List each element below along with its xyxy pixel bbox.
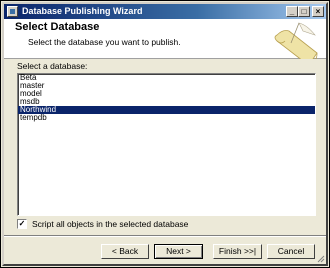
wizard-body: Select a database: Beta master model msd…	[4, 59, 326, 235]
script-all-checkbox[interactable]: ✓	[17, 219, 27, 229]
wizard-footer: < Back Next > Finish >>| Cancel	[4, 235, 326, 264]
list-item[interactable]: model	[18, 90, 315, 98]
list-item[interactable]: master	[18, 82, 315, 90]
page-subtitle: Select the database you want to publish.	[28, 37, 181, 47]
next-button[interactable]: Next >	[154, 244, 203, 259]
app-icon	[7, 6, 18, 17]
minimize-button[interactable]: _	[286, 6, 298, 17]
list-item[interactable]: msdb	[18, 98, 315, 106]
list-item-selected[interactable]: Northwind	[18, 106, 315, 114]
close-button[interactable]: ×	[312, 6, 324, 17]
database-listbox[interactable]: Beta master model msdb Northwind tempdb	[17, 73, 316, 216]
cancel-button[interactable]: Cancel	[267, 244, 315, 259]
database-list-label: Select a database:	[17, 61, 88, 71]
list-item[interactable]: tempdb	[18, 114, 315, 122]
back-button[interactable]: < Back	[101, 244, 149, 259]
page-title: Select Database	[15, 21, 100, 33]
wizard-header: Select Database Select the database you …	[4, 19, 326, 63]
wizard-window: Database Publishing Wizard _ □ × Select …	[0, 0, 330, 268]
script-all-label[interactable]: Script all objects in the selected datab…	[32, 219, 188, 229]
title-bar[interactable]: Database Publishing Wizard _ □ ×	[4, 4, 326, 19]
maximize-button[interactable]: □	[298, 6, 310, 17]
window-title: Database Publishing Wizard	[22, 6, 143, 16]
resize-grip-icon[interactable]	[317, 255, 325, 263]
list-item[interactable]: Beta	[18, 74, 315, 82]
finish-button[interactable]: Finish >>|	[213, 244, 262, 259]
